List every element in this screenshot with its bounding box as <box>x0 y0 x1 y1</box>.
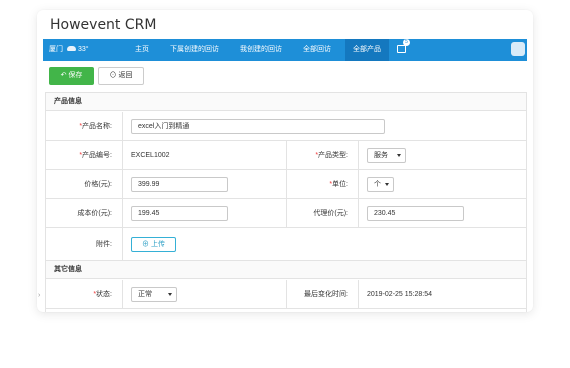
nav-my-visits[interactable]: 我创建的回访 <box>240 39 282 61</box>
app-window: Howevent CRM 厦门 33° 主页 下属创建的回访 我创建的回访 全部回… <box>37 10 533 312</box>
nav-all-products[interactable]: 全部产品 <box>345 39 389 61</box>
price-label: 价格(元): <box>46 170 123 198</box>
save-label: 保存 <box>68 72 83 79</box>
cloud-icon <box>67 45 76 51</box>
product-name-label: 产品名称: <box>82 123 112 130</box>
unit-label: 单位: <box>332 181 348 188</box>
message-count-badge: 5 <box>403 39 410 46</box>
row-cost: 成本价(元): 199.45 代理价(元): 230.45 <box>46 199 526 228</box>
save-button[interactable]: ↶ 保存 <box>49 67 94 85</box>
chevron-right-icon[interactable]: › <box>38 292 40 299</box>
section-product-info: 产品信息 <box>46 93 526 111</box>
avatar[interactable] <box>511 42 525 56</box>
message-icon[interactable] <box>397 45 406 53</box>
status-label: 状态: <box>96 291 112 298</box>
price-input[interactable]: 399.99 <box>131 176 228 192</box>
last-modified-value: 2019-02-25 15:28:54 <box>367 290 432 298</box>
row-price: 价格(元): 399.99 * 单位: 个 <box>46 170 526 199</box>
agent-price-label: 代理价(元): <box>286 199 359 227</box>
row-status: * 状态: 正常 最后变化时间: 2019-02-25 15:28:54 <box>46 280 526 309</box>
app-title: Howevent CRM <box>50 17 157 33</box>
top-navbar: 厦门 33° 主页 下属创建的回访 我创建的回访 全部回访 全部产品 5 <box>43 39 527 61</box>
section-other-info: 其它信息 <box>46 261 526 279</box>
product-code-value: EXCEL1002 <box>131 151 170 159</box>
row-product-code: * 产品编号: EXCEL1002 * 产品类型: 服务 <box>46 141 526 170</box>
product-code-label: 产品编号: <box>82 152 112 159</box>
row-attachment: 附件: ⊕ 上传 <box>46 228 526 261</box>
agent-price-input[interactable]: 230.45 <box>367 205 464 221</box>
weather-widget: 厦门 33° <box>49 39 89 61</box>
nav-all-visits[interactable]: 全部回访 <box>303 39 331 61</box>
upload-label: 上传 <box>150 240 165 248</box>
nav-subordinate-visits[interactable]: 下属创建的回访 <box>170 39 219 61</box>
nav-home[interactable]: 主页 <box>135 39 149 61</box>
row-product-name: * 产品名称: excel入门到精通 <box>46 112 526 141</box>
cost-label: 成本价(元): <box>46 199 123 227</box>
upload-icon: ⊕ <box>142 240 151 248</box>
back-button[interactable]: ⊙ 返回 <box>98 67 144 85</box>
product-type-label: 产品类型: <box>318 152 348 159</box>
product-type-select[interactable]: 服务 <box>367 147 406 163</box>
upload-button[interactable]: ⊕ 上传 <box>131 236 176 252</box>
temperature: 33° <box>78 46 89 53</box>
product-form: 产品信息 * 产品名称: excel入门到精通 * 产品编号: EXCEL1002 … <box>45 92 527 312</box>
unit-select[interactable]: 个 <box>367 176 394 192</box>
product-name-input[interactable]: excel入门到精通 <box>131 118 385 134</box>
last-modified-label: 最后变化时间: <box>286 280 359 308</box>
status-select[interactable]: 正常 <box>131 286 177 302</box>
back-label: 返回 <box>118 72 133 79</box>
attachment-label: 附件: <box>46 228 123 260</box>
city-name: 厦门 <box>49 46 63 53</box>
cost-input[interactable]: 199.45 <box>131 205 228 221</box>
